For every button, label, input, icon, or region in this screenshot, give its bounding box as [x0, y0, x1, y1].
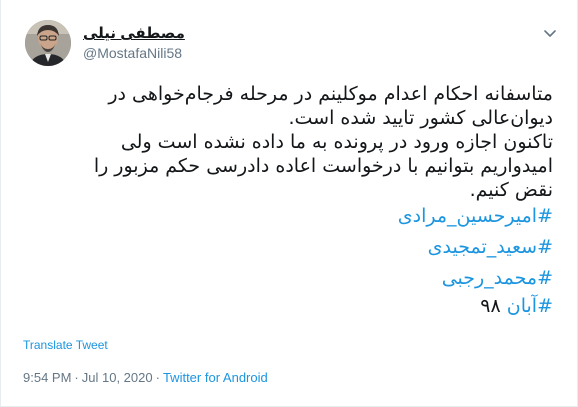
tweet-time[interactable]: 9:54 PM	[23, 370, 71, 385]
translate-tweet-link[interactable]: Translate Tweet	[23, 338, 108, 352]
tweet-line: تاکنون اجازه ورود در پرونده به ما داده ن…	[120, 131, 553, 153]
hashtag-link[interactable]: #سعید_تمجیدی	[428, 236, 553, 258]
hashtag-link[interactable]: #امیرحسین_مرادی	[398, 205, 553, 227]
tweet-line: نقض کنیم.	[469, 179, 553, 201]
tweet-line: متاسفانه احکام اعدام موکلینم در مرحله فر…	[108, 83, 553, 105]
hashtag-link[interactable]: #آبان	[507, 295, 553, 317]
meta-separator: ·	[155, 370, 160, 385]
author-handle[interactable]: @MostafaNili58	[83, 45, 182, 61]
tweet-text: متاسفانه احکام اعدام موکلینم در مرحله فر…	[33, 82, 553, 318]
avatar[interactable]	[25, 20, 71, 66]
tweet-source-link[interactable]: Twitter for Android	[163, 370, 268, 385]
meta-separator: ·	[74, 370, 79, 385]
chevron-down-icon[interactable]	[540, 24, 560, 44]
tag-suffix-text: ۹۸	[480, 295, 507, 317]
tweet-card: مصطفی نیلی @MostafaNili58 متاسفانه احکام…	[0, 0, 578, 407]
tweet-date[interactable]: Jul 10, 2020	[82, 370, 153, 385]
avatar-photo	[25, 20, 71, 66]
tweet-line: دیوان‌عالی کشور تایید شده است.	[288, 107, 553, 129]
tweet-line: امیدواریم بتوانیم با درخواست اعاده دادرس…	[93, 155, 553, 177]
hashtag-link[interactable]: #محمد_رجبی	[442, 267, 553, 289]
author-display-name[interactable]: مصطفی نیلی	[83, 24, 185, 42]
tweet-meta: 9:54 PM · Jul 10, 2020 · Twitter for Android	[23, 370, 268, 385]
